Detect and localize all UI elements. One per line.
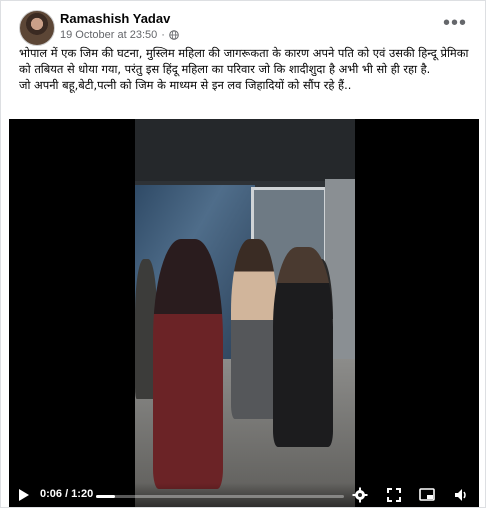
play-icon[interactable] [19,489,29,501]
picture-in-picture-icon[interactable] [419,487,435,503]
caption-line: भोपाल में एक जिम की घटना, मुस्लिम महिला … [19,46,469,76]
more-options-icon[interactable]: ••• [441,13,469,33]
avatar[interactable] [19,10,55,46]
video-time: 0:06 / 1:20 [40,488,94,500]
person-figure [153,239,223,489]
video-progress-fill [96,495,115,498]
post-caption: भोपाल में एक जिम की घटना, मुस्लिम महिला … [19,45,471,93]
person-figure [231,239,277,419]
scene-ceiling [135,119,355,181]
post-date[interactable]: 19 October at 23:50 [60,29,157,41]
person-figure [273,247,333,447]
post-meta: 19 October at 23:50 · [60,29,179,41]
video-progress-bar[interactable] [96,495,344,498]
meta-separator: · [161,29,165,41]
video-controls: 0:06 / 1:20 [9,483,479,507]
video-frame [135,119,355,507]
volume-icon[interactable] [453,487,469,503]
fullscreen-icon[interactable] [386,487,402,503]
gear-icon[interactable] [352,487,368,503]
author-name[interactable]: Ramashish Yadav [60,11,170,26]
video-player[interactable]: 0:06 / 1:20 [9,119,479,507]
caption-line: जो अपनी बहू,बेटी,पत्नी को जिम के माध्यम … [19,78,352,92]
globe-icon [169,30,179,40]
facebook-post: Ramashish Yadav 19 October at 23:50 · ••… [0,0,486,508]
